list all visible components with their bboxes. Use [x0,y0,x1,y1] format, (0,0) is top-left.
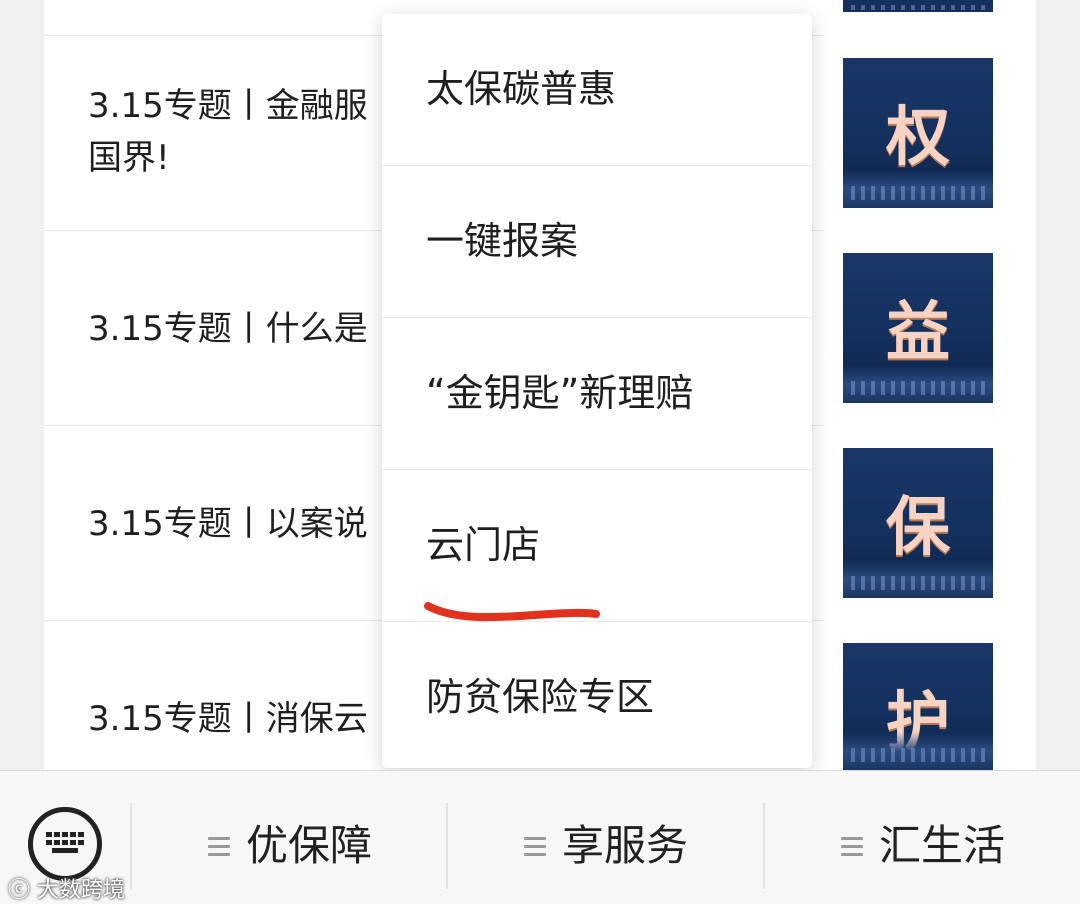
city-skyline-image [843,732,993,770]
article-title[interactable]: 3.15专题丨金融服 国界! [88,80,368,184]
menu-lines-icon [841,837,863,857]
article-title-line: 3.15专题丨金融服 [88,86,368,126]
menu-lines-icon [208,837,230,857]
menu-item-label: 一键报案 [426,219,579,263]
article-title[interactable]: 3.15专题丨消保云 [88,693,368,745]
tab-divider [446,803,448,889]
menu-item-label: 云门店 [426,523,541,567]
tab-divider [130,803,132,889]
tab-protection[interactable]: 优保障 [208,811,408,881]
menu-item-label: 太保碳普惠 [426,67,617,111]
article-thumbnail[interactable] [843,0,993,12]
article-thumbnail[interactable]: 益 [843,253,993,403]
watermark-text: 大数跨境 [37,878,126,903]
thumbnail-text: 权 [886,101,950,175]
thumbnail-text: 保 [886,491,950,565]
tab-label: 优保障 [246,821,373,870]
menu-item-label: “金钥匙”新理赔 [426,371,694,415]
menu-item-label: 防贫保险专区 [426,675,655,719]
city-skyline-image [843,170,993,208]
tab-label: 享服务 [562,821,689,870]
popup-menu: 太保碳普惠 一键报案 “金钥匙”新理赔 云门店 防贫保险专区 [382,14,812,768]
menu-item-carbon-inclusive[interactable]: 太保碳普惠 [382,14,812,166]
article-thumbnail[interactable]: 权 [843,58,993,208]
red-underline-annotation [424,602,600,622]
tab-life[interactable]: 汇生活 [841,811,1041,881]
tab-label: 汇生活 [879,821,1006,870]
tab-services[interactable]: 享服务 [524,811,724,881]
menu-lines-icon [524,837,546,857]
menu-item-poverty-insurance[interactable]: 防贫保险专区 [382,622,812,774]
menu-item-golden-key-claims[interactable]: “金钥匙”新理赔 [382,318,812,470]
watermark: ⓒ 大数跨境 [8,872,125,904]
keyboard-icon [46,832,84,853]
article-title-line: 国界! [88,138,170,178]
bottom-menu-bar: 优保障 享服务 汇生活 [0,770,1080,904]
article-title[interactable]: 3.15专题丨什么是 [88,303,368,355]
article-thumbnail[interactable]: 护 [843,643,993,770]
city-skyline-image [843,365,993,403]
article-thumbnail[interactable]: 保 [843,448,993,598]
article-title[interactable]: 3.15专题丨以案说 [88,498,368,550]
thumbnail-text: 益 [886,296,950,370]
watermark-logo-icon: ⓒ [8,878,31,903]
city-skyline-image [843,560,993,598]
tab-divider [763,803,765,889]
menu-item-one-click-report[interactable]: 一键报案 [382,166,812,318]
keyboard-toggle-button[interactable] [28,807,102,881]
